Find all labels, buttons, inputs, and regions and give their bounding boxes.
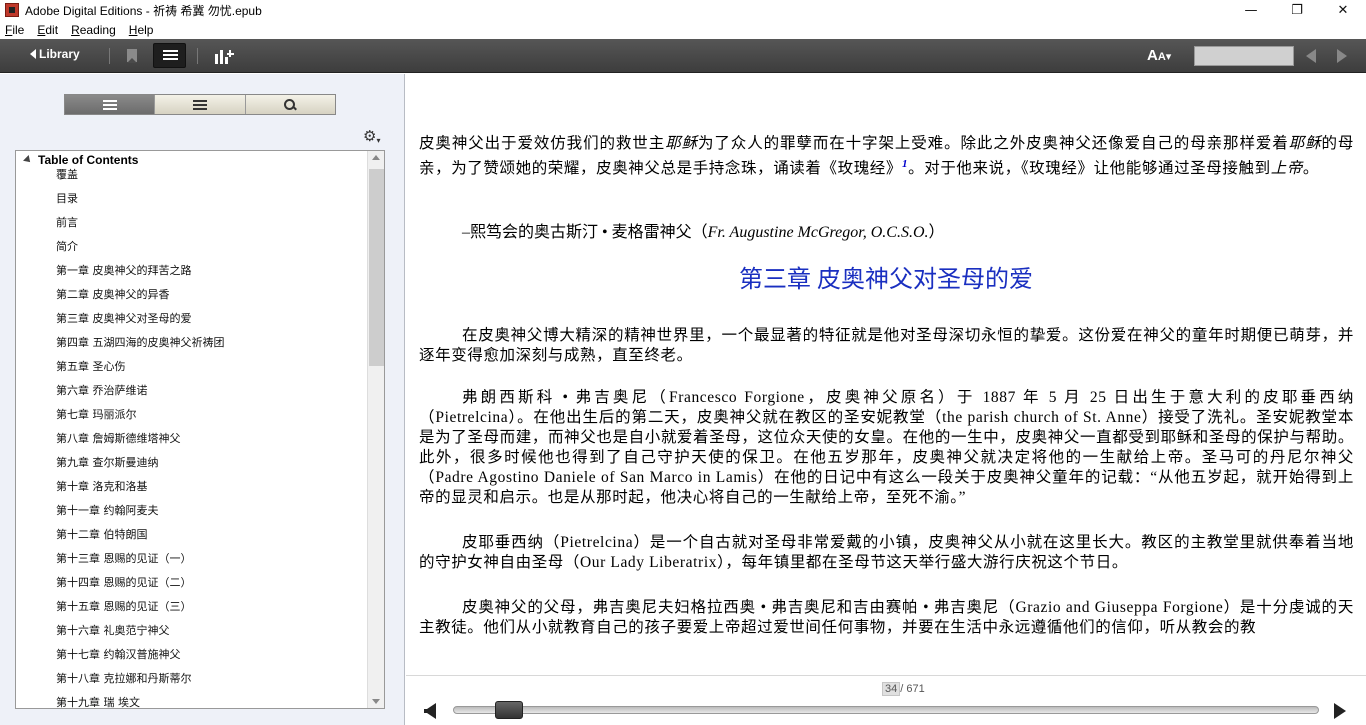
- toc-item[interactable]: 第十三章 恩赐的见证（一）: [56, 552, 225, 576]
- menu-reading[interactable]: Reading: [69, 23, 118, 37]
- toc-root[interactable]: Table of Contents: [23, 153, 139, 167]
- paragraph: 皮奥神父的父母，弗吉奥尼夫妇格拉西奥 • 弗吉奥尼和吉由赛帕 • 弗吉奥尼（Gr…: [419, 599, 1354, 636]
- slider-handle[interactable]: [494, 701, 523, 719]
- reading-pane: 皮奥神父出于爱效仿我们的救世主耶稣为了众人的罪孽而在十字架上受难。除此之外皮奥神…: [406, 74, 1366, 674]
- expand-arrow-icon[interactable]: [23, 155, 33, 165]
- paragraph-intro: 皮奥神父出于爱效仿我们的救世主耶稣为了众人的罪孽而在十字架上受难。除此之外皮奥神…: [419, 135, 1355, 178]
- toc-toggle-button[interactable]: [153, 43, 186, 68]
- page-navigation-bar: 34/ 671: [406, 675, 1366, 725]
- search-icon: [284, 98, 296, 111]
- menu-help[interactable]: Help: [127, 23, 156, 37]
- back-arrow-icon: [30, 49, 36, 59]
- paragraph: 弗朗西斯科 • 弗吉奥尼（Francesco Forgione，皮奥神父原名）于…: [419, 389, 1354, 506]
- scrollbar-thumb[interactable]: [369, 169, 384, 366]
- toc-item[interactable]: 第十六章 礼奥范宁神父: [56, 624, 225, 648]
- next-page-arrow-icon[interactable]: [1334, 703, 1346, 719]
- reading-stats-icon[interactable]: [215, 48, 234, 64]
- scroll-down-arrow-icon[interactable]: [372, 699, 380, 704]
- font-size-button[interactable]: AA▾: [1147, 47, 1171, 64]
- library-button[interactable]: Library: [30, 47, 80, 61]
- tab-search[interactable]: [245, 95, 335, 114]
- toc-item[interactable]: 第二章 皮奥神父的异香: [56, 288, 225, 312]
- bookmark-icon[interactable]: [127, 49, 137, 63]
- menu-edit[interactable]: Edit: [35, 23, 60, 37]
- window-title: Adobe Digital Editions - 祈祷 希冀 勿忧.epub: [25, 3, 262, 18]
- toc-item[interactable]: 第三章 皮奥神父对圣母的爱: [56, 312, 225, 336]
- title-bar: Adobe Digital Editions - 祈祷 希冀 勿忧.epub —…: [0, 0, 1366, 20]
- total-pages: 671: [906, 683, 925, 695]
- navigation-panel: ⚙▾ Table of Contents 覆盖 目录 前言 简介 第一章 皮奥神…: [0, 74, 405, 725]
- toc-item[interactable]: 第四章 五湖四海的皮奥神父祈祷团: [56, 336, 225, 360]
- toc-item[interactable]: 覆盖: [56, 168, 225, 192]
- toc-tree: Table of Contents 覆盖 目录 前言 简介 第一章 皮奥神父的拜…: [15, 150, 385, 709]
- toc-item[interactable]: 第十八章 克拉娜和丹斯蒂尔: [56, 672, 225, 696]
- font-size-label: A: [1147, 47, 1158, 64]
- panel-tabs: [64, 94, 336, 115]
- app-icon: [5, 3, 19, 17]
- previous-page-arrow-icon[interactable]: [424, 703, 436, 719]
- chapter-title: 第三章 皮奥神父对圣母的爱: [739, 267, 1033, 293]
- window-controls: — ❐ ✕: [1228, 0, 1366, 20]
- bookmarks-list-icon: [192, 99, 207, 110]
- scroll-up-arrow-icon[interactable]: [372, 155, 380, 160]
- toc-item[interactable]: 第十一章 约翰阿麦夫: [56, 504, 225, 528]
- toc-item[interactable]: 第六章 乔治萨维诺: [56, 384, 225, 408]
- next-page-button[interactable]: [1337, 49, 1347, 63]
- toc-item[interactable]: 第十章 洛克和洛基: [56, 480, 225, 504]
- previous-page-button[interactable]: [1306, 49, 1316, 63]
- chevron-down-icon: ▾: [1165, 51, 1172, 63]
- toc-item[interactable]: 目录: [56, 192, 225, 216]
- toc-icon: [102, 99, 117, 110]
- chevron-down-icon: ▾: [376, 136, 381, 145]
- toc-title: Table of Contents: [38, 153, 139, 167]
- menu-file[interactable]: File: [3, 23, 26, 37]
- close-button[interactable]: ✕: [1320, 0, 1366, 20]
- minimize-button[interactable]: —: [1228, 0, 1274, 20]
- tab-bookmarks[interactable]: [155, 95, 246, 114]
- toc-item[interactable]: 第十七章 约翰汉普施神父: [56, 648, 225, 672]
- toolbar: Library AA▾: [0, 39, 1366, 73]
- gear-icon: ⚙: [363, 127, 377, 145]
- tab-table-of-contents[interactable]: [65, 95, 156, 114]
- library-label: Library: [39, 47, 80, 61]
- paragraph: 在皮奥神父博大精深的精神世界里，一个最显著的特征就是他对圣母深切永恒的挚爱。这份…: [419, 327, 1354, 364]
- page-jump-input[interactable]: [1194, 46, 1294, 66]
- toc-item[interactable]: 第八章 詹姆斯德维塔神父: [56, 432, 225, 456]
- toc-item[interactable]: 第十九章 瑞 埃文: [56, 696, 225, 708]
- toc-item[interactable]: 第九章 查尔斯曼迪纳: [56, 456, 225, 480]
- toolbar-divider: [109, 48, 110, 64]
- settings-gear-button[interactable]: ⚙▾: [363, 127, 380, 145]
- page-indicator: 34/ 671: [882, 682, 925, 696]
- toc-item[interactable]: 前言: [56, 216, 225, 240]
- toc-list: 覆盖 目录 前言 简介 第一章 皮奥神父的拜苦之路 第二章 皮奥神父的异香 第三…: [56, 168, 225, 708]
- maximize-button[interactable]: ❐: [1274, 0, 1320, 20]
- current-page[interactable]: 34: [882, 682, 901, 696]
- page-slider[interactable]: [453, 701, 1319, 719]
- toc-scrollbar[interactable]: [367, 151, 384, 708]
- toc-item[interactable]: 第十四章 恩赐的见证（二）: [56, 576, 225, 600]
- quote-attribution: –熙笃会的奥古斯汀 • 麦格雷神父（Fr. Augustine McGregor…: [462, 224, 945, 241]
- list-icon: [163, 50, 178, 62]
- toc-item[interactable]: 第一章 皮奥神父的拜苦之路: [56, 264, 225, 288]
- toc-item[interactable]: 第十五章 恩赐的见证（三）: [56, 600, 225, 624]
- font-size-small-label: A: [1157, 51, 1166, 63]
- paragraph: 皮耶垂西纳（Pietrelcina）是一个自古就对圣母非常爱戴的小镇，皮奥神父从…: [419, 534, 1354, 571]
- toc-item[interactable]: 第七章 玛丽派尔: [56, 408, 225, 432]
- toolbar-divider: [197, 48, 198, 64]
- toc-item[interactable]: 第十二章 伯特朗国: [56, 528, 225, 552]
- toc-item[interactable]: 简介: [56, 240, 225, 264]
- menu-bar: File Edit Reading Help: [0, 20, 1366, 39]
- toc-item[interactable]: 第五章 圣心伤: [56, 360, 225, 384]
